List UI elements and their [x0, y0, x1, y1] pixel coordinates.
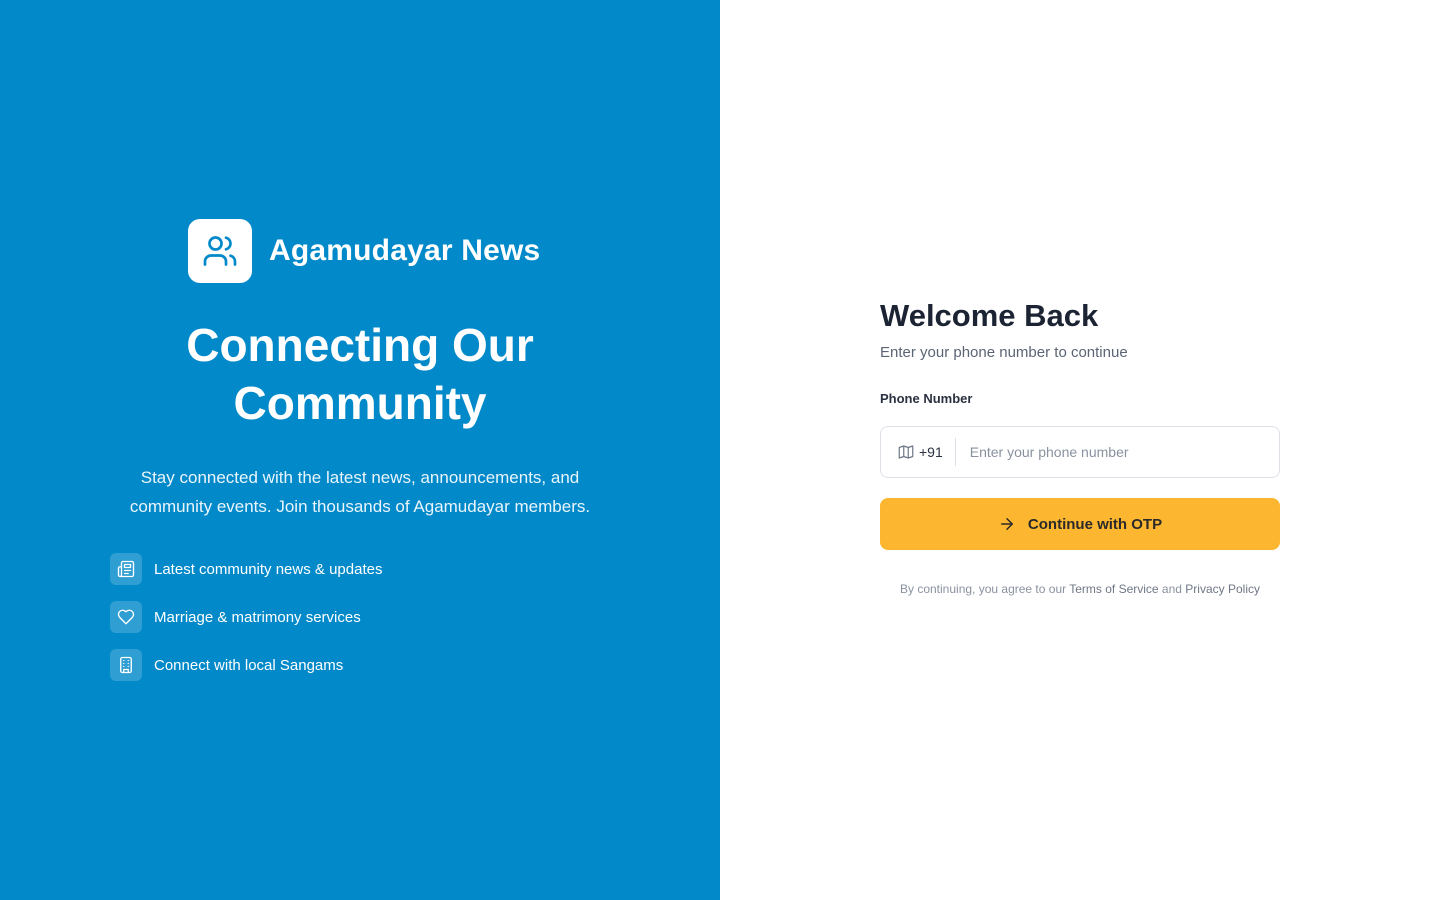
phone-label: Phone Number: [880, 391, 973, 406]
login-panel: Welcome Back Enter your phone number to …: [720, 0, 1440, 900]
brand-name: Agamudayar News: [269, 234, 541, 267]
feature-label: Connect with local Sangams: [154, 656, 344, 674]
feature-label: Marriage & matrimony services: [154, 608, 361, 626]
brand: Agamudayar News: [188, 219, 540, 283]
terms-notice: By continuing, you agree to our Terms of…: [880, 582, 1280, 596]
hero-headline: Connecting Our Community: [0, 316, 720, 432]
users-icon: [203, 236, 237, 266]
heart-icon: [110, 601, 142, 633]
continue-otp-label: Continue with OTP: [1027, 515, 1163, 533]
map-icon: [898, 445, 914, 459]
feature-item-news: Latest community news & updates: [110, 553, 382, 585]
terms-and: and: [1158, 582, 1186, 596]
feature-list: Latest community news & updates Marriage…: [110, 553, 382, 697]
brand-logo: [188, 219, 252, 283]
newspaper-icon: [110, 553, 142, 585]
phone-field[interactable]: +91: [880, 426, 1280, 478]
hero-headline-line2: Community: [233, 377, 487, 429]
building-icon: [110, 649, 142, 681]
feature-item-matrimony: Marriage & matrimony services: [110, 601, 382, 633]
hero-headline-line1: Connecting Our: [186, 319, 534, 371]
login-form: Welcome Back Enter your phone number to …: [880, 296, 1280, 596]
phone-input[interactable]: [967, 443, 1279, 461]
terms-prefix: By continuing, you agree to our: [900, 582, 1070, 596]
arrow-right-icon: [1000, 518, 1013, 530]
country-code: +91: [919, 444, 943, 460]
country-code-prefix: +91: [881, 438, 956, 466]
hero-tagline: Stay connected with the latest news, ann…: [129, 468, 591, 516]
hero-panel: Agamudayar News Connecting Our Community…: [0, 0, 720, 900]
terms-link[interactable]: Terms of Service: [1069, 582, 1158, 596]
feature-item-sangams: Connect with local Sangams: [110, 649, 382, 681]
feature-label: Latest community news & updates: [154, 560, 383, 578]
continue-otp-button[interactable]: Continue with OTP: [880, 498, 1280, 550]
login-title: Welcome Back: [880, 298, 1099, 333]
login-page: Agamudayar News Connecting Our Community…: [0, 0, 1440, 900]
login-subtitle: Enter your phone number to continue: [880, 344, 1128, 361]
privacy-link[interactable]: Privacy Policy: [1185, 582, 1260, 596]
